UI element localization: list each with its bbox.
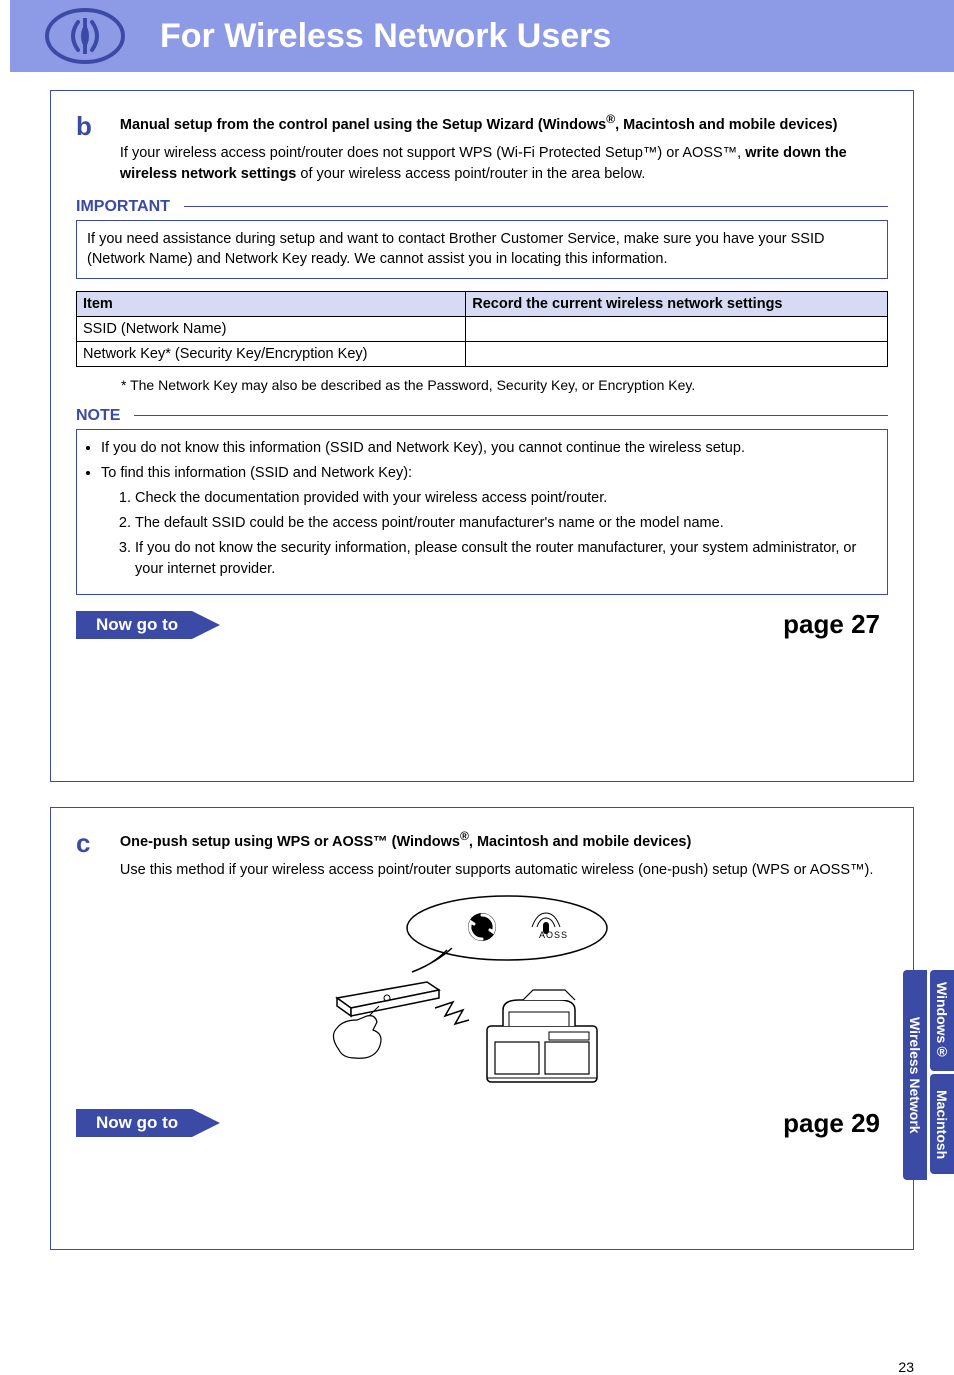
step-b-body: If your wireless access point/router doe… [120, 143, 882, 184]
tab-macintosh[interactable]: Macintosh [930, 1074, 954, 1174]
goto-page-29: page 29 [220, 1108, 888, 1139]
table-header-item: Item [77, 291, 466, 316]
header-bar: For Wireless Network Users [10, 0, 954, 72]
arrow-icon [192, 611, 220, 639]
step-letter-c: c [76, 828, 116, 859]
tab-wireless-network[interactable]: Wireless Network [903, 970, 927, 1180]
networkkey-input-cell[interactable] [466, 341, 888, 366]
step-letter-b: b [76, 111, 116, 142]
settings-table: Item Record the current wireless network… [76, 291, 888, 367]
goto-bar-c: Now go to page 29 [76, 1107, 888, 1139]
table-row: SSID (Network Name) [77, 316, 888, 341]
section-c: c One-push setup using WPS or AOSS™ (Win… [50, 807, 914, 1251]
table-header-record: Record the current wireless network sett… [466, 291, 888, 316]
wps-aoss-illustration: AOSS [76, 890, 888, 1093]
table-row: Network Key* (Security Key/Encryption Ke… [77, 341, 888, 366]
important-heading: IMPORTANT [76, 198, 888, 216]
important-box: If you need assistance during setup and … [76, 220, 888, 279]
goto-label: Now go to [76, 611, 192, 639]
arrow-icon [192, 1109, 220, 1137]
section-b: b Manual setup from the control panel us… [50, 90, 914, 782]
network-key-footnote: * The Network Key may also be described … [121, 377, 888, 393]
ssid-input-cell[interactable] [466, 316, 888, 341]
goto-bar-b: Now go to page 27 [76, 609, 888, 641]
page-number: 23 [898, 1359, 914, 1375]
goto-label: Now go to [76, 1109, 192, 1137]
note-heading: NOTE [76, 407, 888, 425]
step-c-title: One-push setup using WPS or AOSS™ (Windo… [120, 828, 882, 852]
wifi-header-icon [40, 4, 130, 72]
goto-page-27: page 27 [220, 609, 888, 640]
svg-text:AOSS: AOSS [539, 930, 568, 940]
step-b-title: Manual setup from the control panel usin… [120, 111, 882, 135]
page-title: For Wireless Network Users [160, 17, 611, 56]
side-tabs: Wireless Network Windows® Macintosh [903, 970, 954, 1180]
tab-windows[interactable]: Windows® [930, 970, 954, 1071]
note-box: If you do not know this information (SSI… [76, 429, 888, 595]
step-c-body: Use this method if your wireless access … [120, 860, 882, 880]
